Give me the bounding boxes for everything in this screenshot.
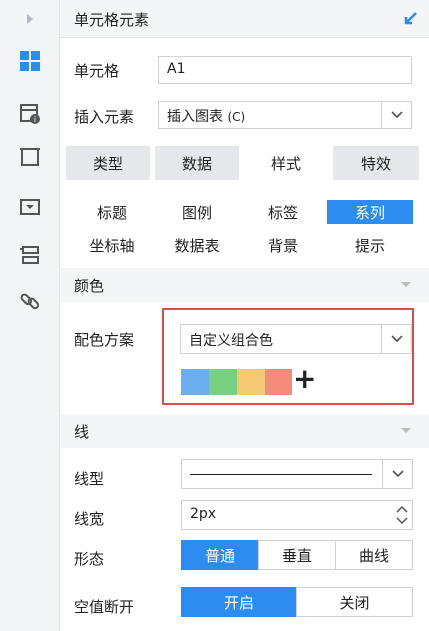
shape-curve-button[interactable]: 曲线	[335, 540, 413, 570]
insert-element-value: 插入图表 (C)	[167, 109, 246, 125]
tab-type[interactable]: 类型	[66, 146, 150, 180]
solid-line-preview	[190, 474, 372, 475]
line-width-label: 线宽	[74, 510, 105, 528]
collapse-arrow-icon[interactable]	[401, 10, 419, 32]
line-type-label: 线型	[74, 470, 105, 488]
subtab-legend[interactable]: 图例	[154, 200, 240, 224]
layout-icon[interactable]	[0, 238, 60, 272]
null-break-on-button[interactable]: 开启	[181, 587, 297, 617]
line-width-value: 2px	[190, 506, 217, 522]
subtab-background[interactable]: 背景	[240, 233, 326, 257]
insert-element-label: 插入元素	[74, 108, 135, 126]
subtab-axis[interactable]: 坐标轴	[70, 233, 154, 257]
line-width-input[interactable]: 2px	[181, 500, 413, 530]
color-section-title: 颜色	[74, 277, 105, 295]
panel-title: 单元格元素	[74, 11, 150, 29]
highlight-box	[162, 308, 414, 405]
sidebar: i	[0, 0, 60, 631]
collapse-caret-icon[interactable]	[401, 428, 411, 433]
widget-icon[interactable]	[0, 140, 60, 174]
tab-data[interactable]: 数据	[155, 146, 239, 180]
expand-arrow-icon[interactable]	[0, 2, 60, 36]
shape-label: 形态	[74, 550, 105, 568]
color-scheme-label: 配色方案	[74, 331, 135, 349]
collapse-caret-icon[interactable]	[401, 282, 411, 287]
line-section-header[interactable]: 线	[60, 414, 429, 448]
color-section-header[interactable]: 颜色	[60, 268, 429, 302]
subtab-label[interactable]: 标签	[240, 200, 326, 224]
tab-style[interactable]: 样式	[244, 146, 328, 180]
subtab-datatable[interactable]: 数据表	[154, 233, 240, 257]
chevron-down-icon[interactable]	[381, 102, 411, 128]
svg-text:i: i	[34, 115, 36, 124]
style-tabs: 类型 数据 样式 特效	[66, 146, 419, 180]
subtab-tooltip[interactable]: 提示	[327, 233, 413, 257]
panel-header: 单元格元素	[60, 0, 429, 38]
properties-panel: 单元格元素 单元格 A1 插入元素 插入图表 (C) 类型 数据 样式 特效 标…	[60, 0, 429, 631]
subtab-title[interactable]: 标题	[70, 200, 154, 224]
cell-element-icon[interactable]	[6, 44, 54, 78]
null-break-label: 空值断开	[74, 598, 135, 616]
stepper-icon[interactable]	[394, 503, 410, 527]
shape-normal-button[interactable]: 普通	[181, 540, 259, 570]
subtab-series[interactable]: 系列	[327, 200, 413, 224]
cell-input[interactable]: A1	[158, 56, 412, 84]
line-section-title: 线	[74, 423, 90, 441]
chevron-down-icon[interactable]	[382, 460, 412, 488]
tab-effect[interactable]: 特效	[333, 146, 419, 180]
shape-vertical-button[interactable]: 垂直	[258, 540, 336, 570]
cell-label: 单元格	[74, 62, 120, 80]
link-icon[interactable]	[0, 284, 60, 318]
null-break-off-button[interactable]: 关闭	[296, 587, 413, 617]
insert-element-select[interactable]: 插入图表 (C)	[158, 101, 412, 129]
cell-attribute-icon[interactable]: i	[0, 97, 60, 131]
dropdown-widget-icon[interactable]	[0, 190, 60, 224]
cell-value: A1	[167, 61, 186, 77]
line-type-select[interactable]	[181, 459, 413, 489]
